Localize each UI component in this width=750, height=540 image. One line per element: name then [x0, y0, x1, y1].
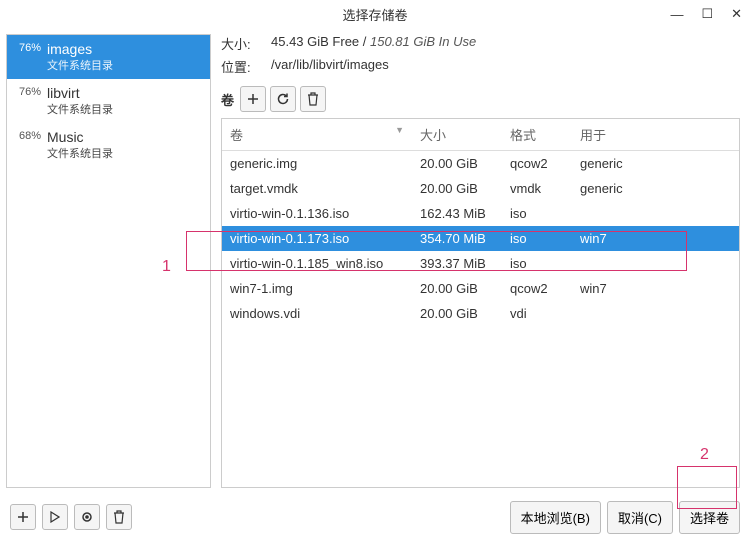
pool-actions [10, 504, 132, 530]
volume-toolbar: 卷 [221, 86, 740, 112]
cell-name: generic.img [222, 151, 412, 177]
trash-icon [113, 510, 125, 524]
size-info: 大小: 45.43 GiB Free / 150.81 GiB In Use [221, 34, 740, 53]
content-pane: 大小: 45.43 GiB Free / 150.81 GiB In Use 位… [211, 28, 750, 488]
cell-size: 20.00 GiB [412, 301, 502, 326]
close-button[interactable]: ✕ [731, 6, 742, 22]
cell-usedby: generic [572, 176, 739, 201]
cell-format: iso [502, 226, 572, 251]
pool-item[interactable]: 76% libvirt 文件系统目录 [7, 79, 210, 123]
cell-usedby [572, 251, 739, 276]
refresh-icon [276, 92, 290, 106]
refresh-button[interactable] [270, 86, 296, 112]
cell-name: target.vmdk [222, 176, 412, 201]
table-row[interactable]: virtio-win-0.1.185_win8.iso 393.37 MiB i… [222, 251, 739, 276]
start-pool-button[interactable] [42, 504, 68, 530]
table-row[interactable]: windows.vdi 20.00 GiB vdi [222, 301, 739, 326]
col-name[interactable]: 卷▼ [222, 119, 412, 151]
cancel-button[interactable]: 取消(C) [607, 501, 673, 534]
pool-text: Music 文件系统目录 [47, 129, 113, 161]
pool-text: libvirt 文件系统目录 [47, 85, 113, 117]
window-controls: — ☐ ✕ [670, 0, 742, 28]
pool-name: libvirt [47, 85, 113, 101]
size-label: 大小: [221, 34, 261, 53]
play-icon [50, 511, 60, 523]
location-info: 位置: /var/lib/libvirt/images [221, 57, 740, 76]
pool-name: Music [47, 129, 113, 145]
plus-icon [17, 511, 29, 523]
cell-size: 393.37 MiB [412, 251, 502, 276]
location-label: 位置: [221, 57, 261, 76]
pool-pct: 68% [15, 129, 41, 142]
plus-icon [247, 93, 259, 105]
trash-icon [307, 92, 319, 106]
col-usedby[interactable]: 用于 [572, 119, 739, 151]
minimize-button[interactable]: — [670, 7, 683, 22]
volume-table: 卷▼ 大小 格式 用于 generic.img 20.00 GiB qcow2 … [222, 119, 739, 326]
browse-local-button[interactable]: 本地浏览(B) [510, 501, 601, 534]
cell-name: virtio-win-0.1.185_win8.iso [222, 251, 412, 276]
cell-usedby: generic [572, 151, 739, 177]
add-pool-button[interactable] [10, 504, 36, 530]
record-icon [81, 511, 93, 523]
delete-volume-button[interactable] [300, 86, 326, 112]
cell-name: win7-1.img [222, 276, 412, 301]
dialog-actions: 本地浏览(B) 取消(C) 选择卷 [510, 501, 740, 534]
titlebar: 选择存储卷 — ☐ ✕ [0, 0, 750, 28]
cell-format: qcow2 [502, 151, 572, 177]
pool-text: images 文件系统目录 [47, 41, 113, 73]
sort-indicator-icon: ▼ [395, 125, 404, 135]
volume-toolbar-label: 卷 [221, 90, 234, 109]
pool-name: images [47, 41, 113, 57]
cell-name: windows.vdi [222, 301, 412, 326]
cell-size: 20.00 GiB [412, 276, 502, 301]
maximize-button[interactable]: ☐ [701, 6, 713, 22]
add-volume-button[interactable] [240, 86, 266, 112]
cell-size: 162.43 MiB [412, 201, 502, 226]
cell-format: vmdk [502, 176, 572, 201]
bottom-bar: 本地浏览(B) 取消(C) 选择卷 [0, 494, 750, 540]
cell-format: vdi [502, 301, 572, 326]
table-row[interactable]: target.vmdk 20.00 GiB vmdk generic [222, 176, 739, 201]
cell-usedby [572, 301, 739, 326]
pool-type: 文件系统目录 [47, 145, 113, 161]
window-title: 选择存储卷 [342, 5, 407, 24]
volume-table-wrap: 卷▼ 大小 格式 用于 generic.img 20.00 GiB qcow2 … [221, 118, 740, 488]
table-row[interactable]: win7-1.img 20.00 GiB qcow2 win7 [222, 276, 739, 301]
delete-pool-button[interactable] [106, 504, 132, 530]
cell-size: 20.00 GiB [412, 151, 502, 177]
choose-volume-button[interactable]: 选择卷 [679, 501, 740, 534]
table-header-row: 卷▼ 大小 格式 用于 [222, 119, 739, 151]
pool-type: 文件系统目录 [47, 57, 113, 73]
cell-size: 20.00 GiB [412, 176, 502, 201]
cell-usedby: win7 [572, 226, 739, 251]
cell-format: iso [502, 251, 572, 276]
size-value: 45.43 GiB Free / 150.81 GiB In Use [271, 34, 476, 53]
cell-name: virtio-win-0.1.136.iso [222, 201, 412, 226]
cell-usedby [572, 201, 739, 226]
cell-format: iso [502, 201, 572, 226]
location-value: /var/lib/libvirt/images [271, 57, 389, 76]
pool-pct: 76% [15, 85, 41, 98]
cell-format: qcow2 [502, 276, 572, 301]
pool-sidebar: 76% images 文件系统目录 76% libvirt 文件系统目录 68%… [6, 34, 211, 488]
cell-name: virtio-win-0.1.173.iso [222, 226, 412, 251]
main-content: 76% images 文件系统目录 76% libvirt 文件系统目录 68%… [0, 28, 750, 488]
table-row[interactable]: virtio-win-0.1.136.iso 162.43 MiB iso [222, 201, 739, 226]
cell-usedby: win7 [572, 276, 739, 301]
pool-item[interactable]: 76% images 文件系统目录 [7, 35, 210, 79]
stop-pool-button[interactable] [74, 504, 100, 530]
col-size[interactable]: 大小 [412, 119, 502, 151]
pool-item[interactable]: 68% Music 文件系统目录 [7, 123, 210, 167]
table-row[interactable]: generic.img 20.00 GiB qcow2 generic [222, 151, 739, 177]
col-format[interactable]: 格式 [502, 119, 572, 151]
pool-pct: 76% [15, 41, 41, 54]
cell-size: 354.70 MiB [412, 226, 502, 251]
table-row[interactable]: virtio-win-0.1.173.iso 354.70 MiB iso wi… [222, 226, 739, 251]
pool-type: 文件系统目录 [47, 101, 113, 117]
